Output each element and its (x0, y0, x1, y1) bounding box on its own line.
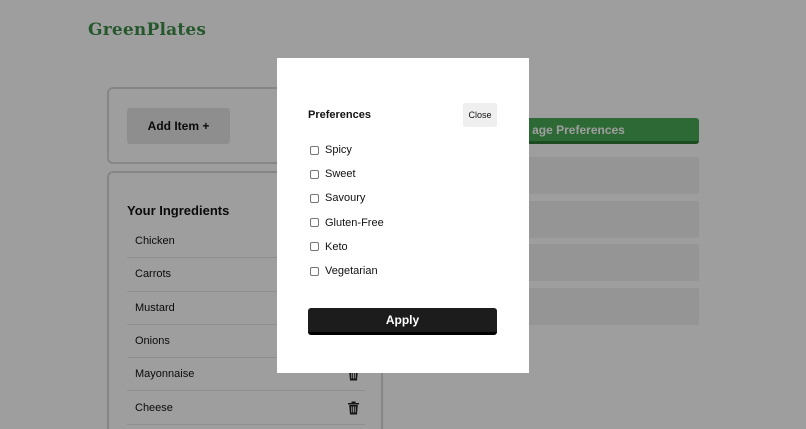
option-sweet[interactable]: Sweet (310, 162, 384, 186)
checkbox[interactable] (310, 218, 319, 228)
option-keto[interactable]: Keto (310, 235, 384, 259)
checkbox[interactable] (310, 145, 319, 155)
option-gluten-free[interactable]: Gluten-Free (310, 211, 384, 235)
close-button[interactable]: Close (463, 103, 497, 127)
checkbox[interactable] (310, 169, 319, 179)
modal-title: Preferences (308, 109, 371, 121)
option-spicy[interactable]: Spicy (310, 138, 384, 162)
option-label: Spicy (325, 144, 352, 157)
preference-options: Spicy Sweet Savoury Gluten-Free Keto Veg… (310, 138, 384, 283)
checkbox[interactable] (310, 193, 319, 203)
option-label: Savoury (325, 192, 366, 205)
option-vegetarian[interactable]: Vegetarian (310, 259, 384, 283)
preferences-modal: Preferences Close Spicy Sweet Savoury Gl… (277, 58, 529, 373)
option-label: Keto (325, 240, 348, 253)
option-label: Gluten-Free (325, 216, 384, 229)
checkbox[interactable] (310, 242, 319, 252)
checkbox[interactable] (310, 266, 319, 276)
option-label: Vegetarian (325, 265, 378, 278)
option-savoury[interactable]: Savoury (310, 186, 384, 210)
apply-button[interactable]: Apply (308, 308, 497, 335)
option-label: Sweet (325, 168, 356, 181)
